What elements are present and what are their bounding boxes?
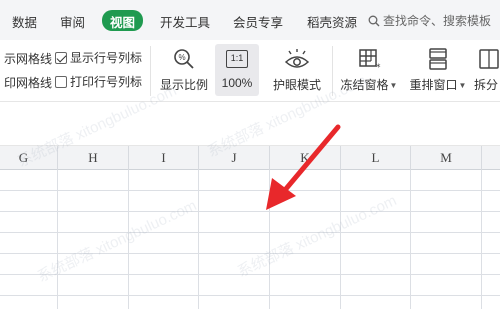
column-header-g[interactable]: G — [0, 146, 58, 170]
menu-review[interactable]: 审阅 — [60, 12, 85, 31]
print-gridlines-option[interactable]: 印网格线 — [0, 74, 52, 91]
column-header-k[interactable]: K — [270, 146, 341, 170]
arrange-windows-label: 重排窗口 — [409, 78, 458, 92]
chevron-down-icon: ▼ — [458, 81, 467, 90]
zoom-100-label: 100% — [221, 76, 253, 90]
show-gridlines-option[interactable]: 示网格线 — [0, 50, 52, 67]
menu-docer-resources[interactable]: 稻壳资源 — [307, 12, 357, 31]
print-row-col-headers-label: 打印行号列标 — [70, 75, 143, 89]
show-row-col-headers-checkbox[interactable] — [55, 52, 67, 64]
grid-line — [57, 170, 58, 309]
one-to-one-icon: 1:1 — [226, 50, 248, 68]
column-header-m[interactable]: M — [411, 146, 482, 170]
show-row-col-headers-option[interactable]: 显示行号列标 — [55, 49, 142, 66]
column-header-h[interactable]: H — [58, 146, 129, 170]
grid-line — [481, 170, 482, 309]
command-search[interactable]: 查找命令、搜索模板 — [368, 12, 491, 29]
zoom-100-button[interactable]: 1:1 100% — [215, 44, 259, 96]
freeze-panes-button[interactable]: * 冻结窗格▼ — [338, 44, 400, 96]
search-placeholder: 查找命令、搜索模板 — [383, 14, 492, 28]
menu-bar: 数据 审阅 视图 开发工具 会员专享 稻壳资源 查找命令、搜索模板 — [0, 0, 500, 40]
ribbon: 示网格线 显示行号列标 印网格线 打印行号列标 % 显示比例 1:1 100% … — [0, 40, 500, 102]
eye-protection-button[interactable]: 护眼模式 — [270, 44, 324, 96]
zoom-ratio-label: 显示比例 — [159, 78, 208, 92]
print-gridlines-label: 印网格线 — [3, 76, 52, 90]
split-window-button[interactable]: 拆分 — [474, 44, 500, 96]
divider — [332, 46, 333, 96]
cell-grid[interactable] — [0, 170, 500, 309]
split-window-icon — [479, 49, 499, 69]
svg-text:%: % — [178, 53, 185, 62]
arrange-windows-icon — [429, 48, 447, 70]
arrange-windows-button[interactable]: 重排窗口▼ — [406, 44, 470, 96]
grid-line — [198, 170, 199, 309]
menu-member[interactable]: 会员专享 — [233, 12, 283, 31]
menu-view[interactable]: 视图 — [102, 10, 144, 31]
divider — [150, 46, 151, 96]
column-header-i[interactable]: I — [129, 146, 199, 170]
zoom-icon: % — [174, 49, 194, 69]
menu-developer-tools[interactable]: 开发工具 — [160, 12, 210, 31]
eye-protection-label: 护眼模式 — [272, 78, 321, 92]
search-icon — [368, 15, 380, 27]
svg-text:*: * — [376, 63, 381, 71]
grid-line — [410, 170, 411, 309]
formula-band — [0, 102, 500, 146]
column-headers: G H I J K L M — [0, 146, 500, 170]
eye-icon — [284, 49, 310, 68]
freeze-panes-label: 冻结窗格 — [340, 78, 389, 92]
column-header-l[interactable]: L — [341, 146, 411, 170]
chevron-down-icon: ▼ — [389, 81, 398, 90]
freeze-panes-icon: * — [359, 49, 381, 71]
grid-line — [128, 170, 129, 309]
show-row-col-headers-label: 显示行号列标 — [70, 51, 143, 65]
grid-line — [269, 170, 270, 309]
show-gridlines-label: 示网格线 — [3, 52, 52, 66]
zoom-ratio-button[interactable]: % 显示比例 — [158, 44, 210, 96]
split-window-label: 拆分 — [474, 78, 499, 92]
print-row-col-headers-checkbox[interactable] — [55, 76, 67, 88]
column-header-j[interactable]: J — [199, 146, 270, 170]
menu-data[interactable]: 数据 — [12, 12, 37, 31]
print-row-col-headers-option[interactable]: 打印行号列标 — [55, 73, 142, 90]
grid-line — [340, 170, 341, 309]
